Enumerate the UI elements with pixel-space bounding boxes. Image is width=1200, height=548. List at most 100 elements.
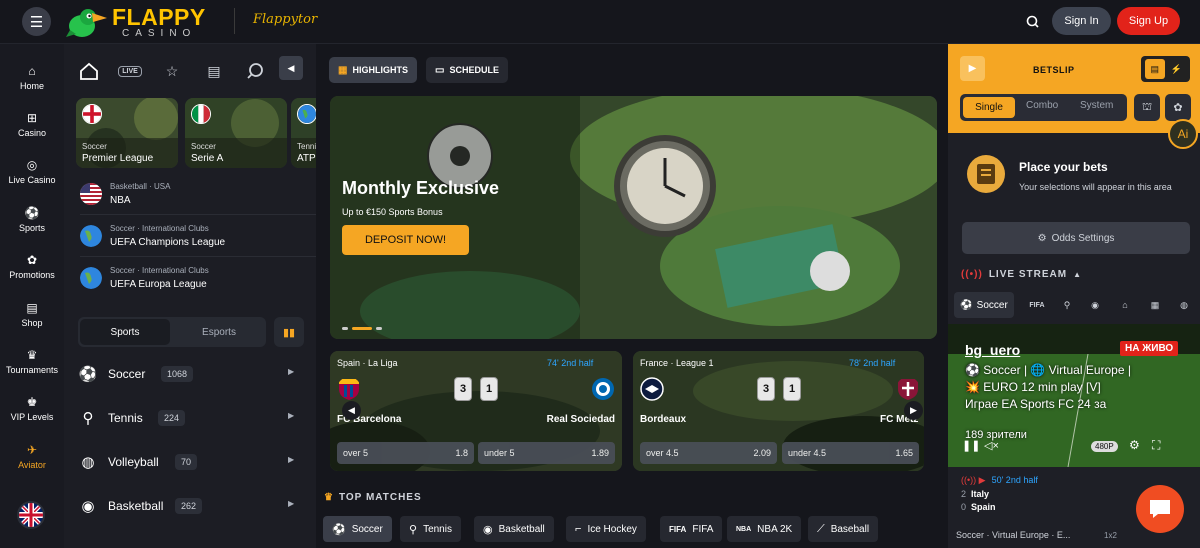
chat-support-button[interactable] xyxy=(1136,485,1184,533)
odds-button[interactable]: over 5 1.8 xyxy=(337,442,474,464)
hockey-icon[interactable]: ▦ xyxy=(1147,297,1163,313)
star-icon[interactable]: ☆ xyxy=(160,60,184,82)
rail-item-home[interactable]: ⌂ Home xyxy=(0,64,64,91)
tab-sports[interactable]: Sports xyxy=(80,319,170,345)
table-tennis-icon[interactable]: ◍ xyxy=(1176,297,1192,313)
odds-button[interactable]: under 5 1.89 xyxy=(478,442,615,464)
share-bet-icon[interactable]: ⛫ xyxy=(1134,94,1160,121)
chip-baseball[interactable]: ⟋ Baseball xyxy=(808,516,879,542)
chip-soccer[interactable]: ⚽ Soccer xyxy=(323,516,392,542)
mini-team: Spain xyxy=(971,502,996,512)
match-breadcrumb[interactable]: Soccer · Virtual Europe · E... xyxy=(956,530,1070,540)
league-row[interactable]: Basketball · USA NBA xyxy=(80,173,316,215)
gamepad-icon: ⊞ xyxy=(26,111,38,125)
deposit-now-button[interactable]: DEPOSIT NOW! xyxy=(342,225,469,255)
shop-icon: ▤ xyxy=(26,301,38,315)
partner-logo[interactable]: Flappytor xyxy=(253,12,317,27)
expand-betslip-button[interactable]: ▶ xyxy=(960,56,985,81)
mode-system[interactable]: System xyxy=(1080,100,1113,111)
carousel-dot-active[interactable] xyxy=(352,327,372,330)
stream-description: ⚽ Soccer | 🌐 Virtual Europe | 💥 EURO 12 … xyxy=(965,362,1140,413)
language-flag-button[interactable] xyxy=(17,501,45,529)
carousel-dot[interactable] xyxy=(342,327,348,330)
league-card[interactable]: Tennis ATP xyxy=(291,98,316,168)
league-row-name: NBA xyxy=(110,195,131,206)
sport-row-soccer[interactable]: ⚽ Soccer 1068 ▶ xyxy=(78,360,302,388)
betslip-icon[interactable]: ▤ xyxy=(202,60,226,82)
league-row[interactable]: Soccer · International Clubs UEFA Europa… xyxy=(80,257,316,299)
betslip-list-icon[interactable]: ▤ xyxy=(1144,59,1165,79)
rail-item-sports[interactable]: ⚽ Sports xyxy=(0,206,64,233)
chip-tennis[interactable]: ⚲ Tennis xyxy=(400,516,461,542)
signup-button[interactable]: Sign Up xyxy=(1117,7,1180,35)
chip-fifa[interactable]: FIFA FIFA xyxy=(660,516,723,542)
search-icon[interactable] xyxy=(1024,13,1042,31)
cricket-icon[interactable]: ⌂ xyxy=(1117,297,1133,313)
sport-row-tennis[interactable]: ⚲ Tennis 224 ▶ xyxy=(78,404,302,432)
rail-item-vip[interactable]: ♚ VIP Levels xyxy=(0,395,64,422)
sport-name: Soccer xyxy=(108,367,146,381)
carousel-next-button[interactable]: ▶ xyxy=(904,401,923,420)
carousel-prev-button[interactable]: ◀ xyxy=(342,401,361,420)
rail-item-promotions[interactable]: ✿ Promotions xyxy=(0,253,64,280)
sport-row-volleyball[interactable]: ◍ Volleyball 70 ▶ xyxy=(78,448,302,476)
signin-button[interactable]: Sign In xyxy=(1052,7,1111,35)
odds-settings-button[interactable]: ⚙ Odds Settings xyxy=(962,222,1190,254)
lightning-icon[interactable]: ⚡ xyxy=(1166,59,1186,79)
live-stream-video[interactable]: bg_uero НА ЖИВО ⚽ Soccer | 🌐 Virtual Eur… xyxy=(948,324,1200,467)
live-stream-heading[interactable]: ((•)) LIVE STREAM ▲ xyxy=(961,269,1082,280)
rail-item-casino[interactable]: ⊞ Casino xyxy=(0,111,64,138)
settings-gear-icon[interactable]: ⚙ xyxy=(1129,438,1140,452)
league-row[interactable]: Soccer · International Clubs UEFA Champi… xyxy=(80,215,316,257)
sport-count: 70 xyxy=(175,454,198,470)
rail-item-live-casino[interactable]: ◎ Live Casino xyxy=(0,158,64,185)
chip-label: Baseball xyxy=(830,523,870,535)
stream-tab-label: Soccer xyxy=(976,299,1008,311)
league-card-sport: Soccer xyxy=(191,142,216,151)
league-card[interactable]: Soccer Premier League xyxy=(76,98,178,168)
rail-item-aviator[interactable]: ✈ Aviator xyxy=(0,443,64,470)
odds-value: 1.89 xyxy=(591,448,609,458)
pause-icon[interactable]: ❚❚ xyxy=(962,439,980,452)
tab-schedule[interactable]: ▭ SCHEDULE xyxy=(426,57,508,83)
stream-tab-soccer[interactable]: ⚽ Soccer xyxy=(954,292,1014,318)
search-icon[interactable] xyxy=(244,60,268,82)
stream-channel-name[interactable]: bg_uero xyxy=(965,342,1020,358)
live-icon[interactable]: LIVE xyxy=(118,60,142,82)
logo[interactable]: FLAPPY CASINO xyxy=(64,3,205,41)
mute-icon[interactable]: ◁× xyxy=(984,439,999,452)
home-icon[interactable] xyxy=(77,60,101,82)
gift-icon[interactable]: ✿ xyxy=(1165,94,1191,121)
rail-item-tournaments[interactable]: ♛ Tournaments xyxy=(0,348,64,375)
tennis-icon[interactable]: ⚲ xyxy=(1059,297,1075,313)
odds-button[interactable]: under 4.5 1.65 xyxy=(782,442,919,464)
ai-assistant-button[interactable]: Ai xyxy=(1168,119,1198,149)
sport-row-basketball[interactable]: ◉ Basketball 262 ▶ xyxy=(78,492,302,520)
match-card[interactable]: France · League 1 78' 2nd half 3 1 Borde… xyxy=(633,351,924,471)
quality-badge[interactable]: 480P xyxy=(1091,441,1118,452)
chip-nba2k[interactable]: NBA NBA 2K xyxy=(727,516,802,542)
fifa-icon[interactable]: FIFA xyxy=(1029,297,1045,313)
chip-ice-hockey[interactable]: ⌐ Ice Hockey xyxy=(566,516,646,542)
chip-basketball[interactable]: ◉ Basketball xyxy=(474,516,554,542)
menu-icon[interactable]: ☰ xyxy=(22,7,51,36)
fullscreen-icon[interactable]: ⛶ xyxy=(1152,438,1160,453)
mode-single[interactable]: Single xyxy=(963,97,1015,118)
mode-combo[interactable]: Combo xyxy=(1026,100,1058,111)
odds-button[interactable]: over 4.5 2.09 xyxy=(640,442,777,464)
carousel-dot[interactable] xyxy=(376,327,382,330)
rail-item-shop[interactable]: ▤ Shop xyxy=(0,301,64,328)
league-row-meta: Soccer · International Clubs xyxy=(110,224,209,233)
collapse-sidebar-button[interactable]: ◀ xyxy=(279,56,303,80)
chevron-right-icon: ▶ xyxy=(288,499,295,508)
stats-icon[interactable]: ▮▮ xyxy=(274,317,304,347)
league-card[interactable]: Soccer Serie A xyxy=(185,98,287,168)
tab-esports[interactable]: Esports xyxy=(174,319,264,345)
chip-label: FIFA xyxy=(692,523,714,535)
tab-highlights[interactable]: ▦ HIGHLIGHTS xyxy=(329,57,417,83)
match-card[interactable]: Spain · La Liga 74' 2nd half 3 1 FC Barc… xyxy=(330,351,622,471)
basketball-icon[interactable]: ◉ xyxy=(1087,297,1103,313)
mini-match-live[interactable]: ((•)) ▶ 50' 2nd half 2 Italy 0 Spain xyxy=(961,475,1038,512)
soccer-ball-icon: ⚽ xyxy=(960,299,973,311)
hero-banner[interactable]: Monthly Exclusive Up to €150 Sports Bonu… xyxy=(330,96,937,339)
